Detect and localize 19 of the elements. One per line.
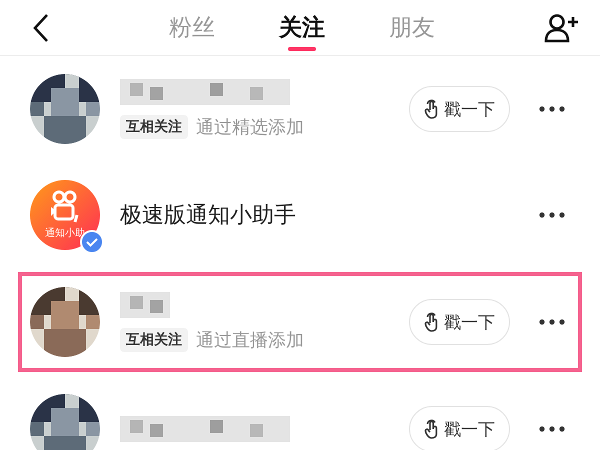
more-icon[interactable] [538,318,566,326]
back-icon[interactable] [32,12,50,42]
more-icon[interactable] [538,425,566,433]
add-user-icon[interactable] [544,12,580,42]
mutual-follow-tag: 互相关注 [120,115,188,139]
more-icon[interactable] [538,211,566,219]
hand-icon [424,99,440,119]
hand-icon [424,312,440,332]
poke-button[interactable]: 戳一下 [409,406,510,450]
account-name: 极速版通知小助手 [120,202,297,230]
follow-source: 通过直播添加 [196,329,304,352]
mutual-follow-tag: 互相关注 [120,328,188,352]
poke-button[interactable]: 戳一下 [409,299,510,345]
redacted-name [120,292,170,318]
more-icon[interactable] [538,105,566,113]
tab[interactable]: 关注 [279,4,325,50]
follow-source: 通过精选添加 [196,116,304,139]
hand-icon [424,419,440,439]
poke-button[interactable]: 戳一下 [409,86,510,132]
